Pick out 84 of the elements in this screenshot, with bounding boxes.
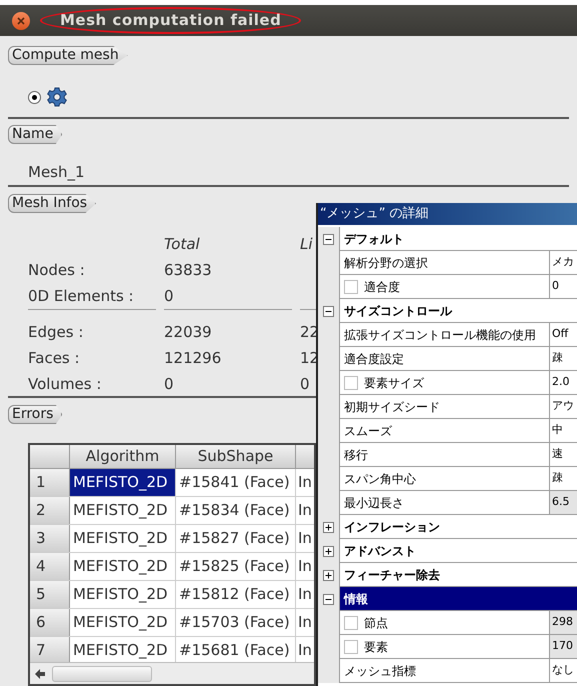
checkbox[interactable] <box>344 640 358 654</box>
info-value: 121296 <box>164 348 222 369</box>
info-label: Nodes : <box>28 260 85 281</box>
table-cell: #15703 (Face) <box>176 609 296 636</box>
table-cell: #15825 (Face) <box>176 553 296 580</box>
category-row[interactable]: 情報 <box>340 587 577 611</box>
checkbox[interactable] <box>344 616 358 630</box>
details-title: “メッシュ” の詳細 <box>320 205 429 224</box>
expand-icon[interactable] <box>323 546 334 556</box>
info-value: 0 <box>164 374 174 395</box>
collapse-icon[interactable] <box>323 234 334 244</box>
table-cell[interactable]: MEFISTO_2D <box>70 553 176 580</box>
property-label: 解析分野の選択 <box>344 254 428 272</box>
group-label: Mesh Infos <box>8 194 96 213</box>
property-label: 最小辺長さ <box>344 494 404 512</box>
info-value: 0 <box>300 374 310 395</box>
mesh-name: Mesh_1 <box>28 163 85 181</box>
table-cell[interactable]: MEFISTO_2D <box>70 497 176 524</box>
property-label: 要素 <box>364 638 388 656</box>
row-header[interactable]: 4 <box>30 553 70 580</box>
expand-icon[interactable] <box>323 522 334 532</box>
table-cell[interactable]: MEFISTO_2D <box>70 525 176 552</box>
property-value[interactable]: 298 <box>550 611 577 635</box>
gear-icon <box>47 87 67 107</box>
column-header: Li <box>300 234 313 255</box>
checkbox[interactable] <box>344 280 358 294</box>
table-cell: #15827 (Face) <box>176 525 296 552</box>
info-label: Volumes : <box>28 374 102 395</box>
radio-button[interactable] <box>28 90 41 104</box>
scrollbar-thumb[interactable] <box>52 666 152 682</box>
info-label: Faces : <box>28 348 80 369</box>
table-cell-text: In <box>297 500 313 522</box>
table-cell-text: In <box>297 556 313 578</box>
close-button[interactable] <box>12 12 30 30</box>
checkbox[interactable] <box>344 376 358 390</box>
property-label: スムーズ <box>344 422 392 440</box>
table-cell-text: In <box>297 612 313 634</box>
property-label: 拡張サイズコントロール機能の使用 <box>344 326 536 344</box>
column-header[interactable]: Algorithm <box>70 445 176 469</box>
table-cell-text: In <box>297 584 313 606</box>
info-value: 22039 <box>164 322 212 343</box>
collapse-icon[interactable] <box>323 594 334 604</box>
table-cell: #15841 (Face) <box>176 469 296 496</box>
info-label: 0D Elements : <box>28 286 134 307</box>
close-icon <box>17 16 25 24</box>
property-label: 移行 <box>344 446 368 464</box>
property-label: 適合度設定 <box>344 350 404 368</box>
property-label: 要素サイズ <box>364 374 424 392</box>
property-label: 初期サイズシード <box>344 398 440 416</box>
info-value: 63833 <box>164 260 212 281</box>
table-cell: #15812 (Face) <box>176 581 296 608</box>
column-header[interactable] <box>296 445 314 469</box>
property-label: スパン角中心 <box>344 470 416 488</box>
info-value: 0 <box>164 286 174 307</box>
table-cell: #15834 (Face) <box>176 497 296 524</box>
property-value[interactable]: 170 <box>550 635 577 659</box>
group-label: Name <box>8 125 62 144</box>
expand-icon[interactable] <box>323 570 334 580</box>
property-value[interactable]: 6.5 <box>550 491 577 515</box>
table-cell[interactable]: MEFISTO_2D <box>70 609 176 636</box>
column-header[interactable]: SubShape <box>176 445 296 469</box>
row-header[interactable]: 2 <box>30 497 70 524</box>
info-label: Edges : <box>28 322 84 343</box>
property-label: メッシュ指標 <box>344 662 416 680</box>
window-title: Mesh computation failed <box>40 7 302 34</box>
row-header[interactable]: 5 <box>30 581 70 608</box>
table-cell-text: In <box>297 528 313 550</box>
group-label: Errors <box>8 405 62 424</box>
property-label: 節点 <box>364 614 388 632</box>
table-cell-text: In <box>297 640 313 662</box>
corner-header[interactable] <box>30 445 70 469</box>
column-header: Total <box>164 234 200 255</box>
table-cell-text: In <box>297 472 313 494</box>
table-cell[interactable]: MEFISTO_2D <box>70 581 176 608</box>
group-label: Compute mesh <box>8 46 128 65</box>
row-header[interactable]: 3 <box>30 525 70 552</box>
row-header[interactable]: 6 <box>30 609 70 636</box>
property-label: 適合度 <box>364 278 400 296</box>
collapse-icon[interactable] <box>323 306 334 316</box>
horizontal-scrollbar[interactable] <box>30 662 314 684</box>
left-arrow-icon[interactable] <box>34 668 46 680</box>
row-header[interactable]: 1 <box>30 469 70 496</box>
row-header[interactable]: 7 <box>30 637 70 662</box>
table-cell[interactable]: MEFISTO_2D <box>70 469 176 496</box>
